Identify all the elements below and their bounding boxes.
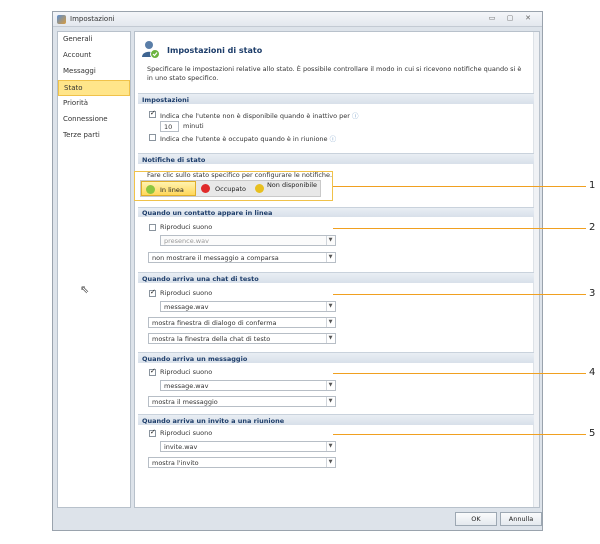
section-notifiche: Notifiche di stato bbox=[138, 153, 534, 164]
chat-option-select-1[interactable]: mostra finestra di dialogo di conferma bbox=[148, 317, 336, 328]
title-bar: Impostazioni ▭ ▢ ✕ bbox=[53, 12, 542, 27]
chat-option-select-2[interactable]: mostra la finestra della chat di testo bbox=[148, 333, 336, 344]
invito-option-select[interactable]: mostra l'invito bbox=[148, 457, 336, 468]
sidebar-item-generali[interactable]: Generali bbox=[58, 32, 130, 48]
status-label: Non disponibile bbox=[266, 181, 318, 189]
chevron-down-icon[interactable]: ▼ bbox=[326, 397, 334, 406]
section-contatto: Quando un contatto appare in linea bbox=[138, 207, 534, 217]
inactive-checkbox[interactable] bbox=[149, 109, 156, 118]
info-icon: ⓘ bbox=[352, 112, 359, 120]
main-panel: Impostazioni di stato Specificare le imp… bbox=[134, 31, 540, 508]
callout-number-4: 4 bbox=[589, 367, 596, 378]
invito-sound-label: Riproduci suono bbox=[160, 429, 213, 437]
contatto-sound-checkbox[interactable] bbox=[149, 224, 156, 231]
page-description: Specificare le impostazioni relative all… bbox=[147, 65, 522, 82]
status-in-linea[interactable]: In linea bbox=[141, 181, 196, 196]
info-icon: ⓘ bbox=[329, 135, 337, 143]
section-messaggio: Quando arriva un messaggio bbox=[138, 352, 534, 363]
maximize-icon[interactable]: ▢ bbox=[505, 14, 515, 22]
page-title: Impostazioni di stato bbox=[167, 46, 263, 55]
close-icon[interactable]: ✕ bbox=[523, 14, 533, 22]
busy-icon bbox=[201, 184, 210, 193]
app-icon bbox=[57, 15, 66, 24]
section-impostazioni: Impostazioni bbox=[138, 93, 534, 104]
minutes-input[interactable]: 10 bbox=[160, 121, 179, 132]
chevron-down-icon[interactable]: ▼ bbox=[326, 318, 334, 327]
chevron-down-icon[interactable]: ▼ bbox=[326, 334, 334, 343]
sidebar-item-connessione[interactable]: Connessione bbox=[58, 112, 130, 128]
chat-sound-select[interactable]: message.wav bbox=[160, 301, 336, 312]
status-label: Occupato bbox=[215, 185, 247, 193]
meeting-checkbox[interactable] bbox=[149, 134, 156, 141]
callout-number-1: 1 bbox=[589, 180, 596, 191]
sidebar-item-messaggi[interactable]: Messaggi bbox=[58, 64, 130, 80]
minutes-label: minuti bbox=[183, 122, 204, 130]
callout-line-4 bbox=[333, 373, 586, 374]
sidebar-item-terze-parti[interactable]: Terze parti bbox=[58, 128, 130, 144]
chevron-down-icon[interactable]: ▼ bbox=[326, 236, 334, 245]
status-label: In linea bbox=[160, 186, 184, 194]
messaggio-sound-select[interactable]: message.wav bbox=[160, 380, 336, 391]
chevron-down-icon[interactable]: ▼ bbox=[326, 253, 334, 262]
status-person-icon bbox=[142, 41, 160, 59]
chat-sound-label: Riproduci suono bbox=[160, 289, 213, 297]
ok-button[interactable]: OK bbox=[455, 512, 497, 526]
meeting-label: Indica che l'utente è occupato quando è … bbox=[160, 135, 337, 143]
cancel-button[interactable]: Annulla bbox=[500, 512, 542, 526]
callout-number-2: 2 bbox=[589, 222, 596, 233]
away-icon bbox=[255, 184, 264, 193]
messaggio-option-select[interactable]: mostra il messaggio bbox=[148, 396, 336, 407]
callout-line-1 bbox=[333, 186, 586, 187]
sidebar-item-stato[interactable]: Stato bbox=[58, 80, 130, 96]
sidebar-item-priorita[interactable]: Priorità bbox=[58, 96, 130, 112]
status-highlight-box: In linea Occupato Non disponibile bbox=[134, 171, 333, 201]
inactive-label: Indica che l'utente non è disponibile qu… bbox=[160, 112, 359, 120]
sidebar: Generali Account Messaggi Stato Priorità… bbox=[57, 31, 131, 508]
messaggio-sound-checkbox[interactable] bbox=[149, 367, 156, 376]
contatto-option-select[interactable]: non mostrare il messaggio a comparsa bbox=[148, 252, 336, 263]
status-selector: In linea Occupato Non disponibile bbox=[140, 180, 321, 197]
dialog-footer: OK Annulla bbox=[53, 508, 542, 530]
minimize-icon[interactable]: ▭ bbox=[487, 14, 497, 22]
callout-line-3 bbox=[333, 294, 586, 295]
callout-line-2 bbox=[333, 228, 586, 229]
contatto-sound-label: Riproduci suono bbox=[160, 223, 213, 231]
contatto-sound-select[interactable]: presence.wav bbox=[160, 235, 336, 246]
invito-sound-checkbox[interactable] bbox=[149, 428, 156, 437]
window-title: Impostazioni bbox=[70, 15, 115, 23]
check-circle-icon bbox=[146, 185, 155, 194]
section-chat: Quando arriva una chat di testo bbox=[138, 272, 534, 283]
chat-sound-checkbox[interactable] bbox=[149, 288, 156, 297]
chevron-down-icon[interactable]: ▼ bbox=[326, 442, 334, 451]
sidebar-item-account[interactable]: Account bbox=[58, 48, 130, 64]
callout-number-5: 5 bbox=[589, 428, 596, 439]
status-occupato[interactable]: Occupato bbox=[197, 181, 250, 196]
callout-line-5 bbox=[333, 434, 586, 435]
chevron-down-icon[interactable]: ▼ bbox=[326, 458, 334, 467]
invito-sound-select[interactable]: invite.wav bbox=[160, 441, 336, 452]
chevron-down-icon[interactable]: ▼ bbox=[326, 302, 334, 311]
settings-window: Impostazioni ▭ ▢ ✕ Generali Account Mess… bbox=[52, 11, 543, 531]
messaggio-sound-label: Riproduci suono bbox=[160, 368, 213, 376]
mouse-cursor-icon: ⇖ bbox=[80, 283, 90, 296]
callout-number-3: 3 bbox=[589, 288, 596, 299]
status-non-disponibile[interactable]: Non disponibile bbox=[251, 181, 321, 196]
chevron-down-icon[interactable]: ▼ bbox=[326, 381, 334, 390]
section-invito: Quando arriva un invito a una riunione bbox=[138, 414, 534, 425]
